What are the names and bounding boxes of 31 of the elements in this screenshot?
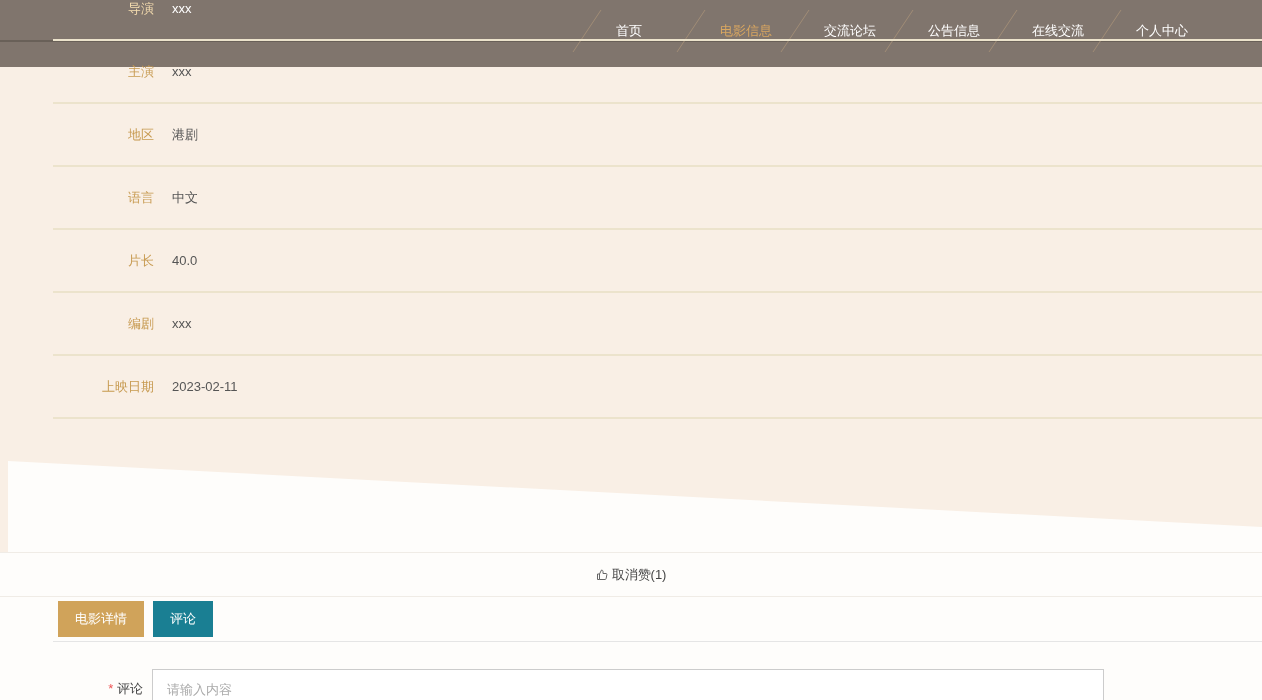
- field-value: 40.0: [172, 251, 198, 270]
- field-label: 编剧: [127, 314, 154, 333]
- field-value: xxx: [172, 0, 192, 18]
- slash-divider: [988, 10, 1018, 52]
- slash-divider: [884, 10, 914, 52]
- nav-link[interactable]: 在线交流: [1032, 21, 1084, 41]
- tab[interactable]: 评论: [153, 601, 213, 637]
- field-label: 上映日期: [101, 377, 154, 396]
- tab[interactable]: 电影详情: [58, 601, 144, 637]
- slash-divider: [676, 10, 706, 52]
- slash-divider: [572, 10, 602, 52]
- field-value: 2023-02-11: [172, 377, 238, 396]
- nav-link[interactable]: 首页: [616, 21, 642, 41]
- nav-link[interactable]: 交流论坛: [824, 21, 876, 41]
- field-value: xxx: [172, 62, 192, 81]
- nav-link[interactable]: 个人中心: [1136, 21, 1188, 41]
- field-label: * 评论: [107, 680, 143, 698]
- field-label: 地区: [127, 125, 154, 144]
- slash-divider: [780, 10, 810, 52]
- field-value: 港剧: [172, 125, 198, 144]
- field-label: 主演: [127, 62, 154, 81]
- nav-link[interactable]: 公告信息: [928, 21, 980, 41]
- field-label: 语言: [127, 188, 154, 207]
- field-label: 片长: [127, 251, 154, 270]
- thumbs-up-icon: [595, 568, 608, 581]
- unlike-button[interactable]: 取消赞(1): [611, 564, 667, 585]
- field-value: xxx: [172, 314, 192, 333]
- field-label: 导演: [127, 0, 154, 18]
- field-value: 中文: [172, 188, 198, 207]
- slash-divider: [1092, 10, 1122, 52]
- comment-field[interactable]: 请输入内容: [152, 669, 1104, 700]
